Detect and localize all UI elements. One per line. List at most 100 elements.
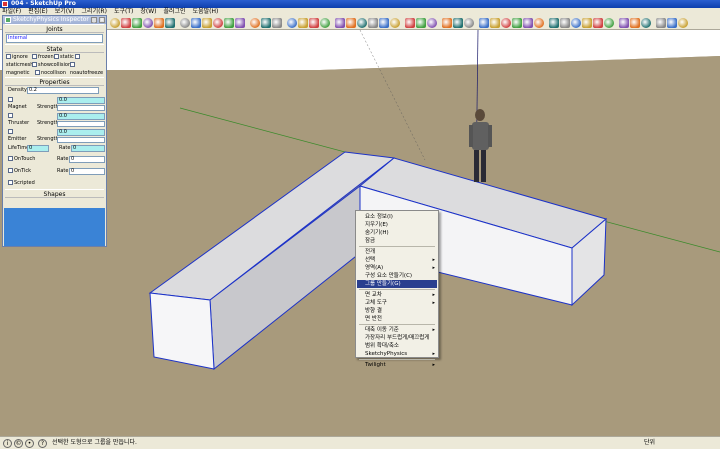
user-icon[interactable]: • (25, 439, 34, 448)
ontouch-checkbox[interactable] (8, 156, 13, 161)
pan-icon[interactable] (405, 18, 415, 28)
make-component-icon[interactable] (143, 18, 153, 28)
menu-view[interactable]: 보기(V) (55, 8, 75, 15)
rotate-icon[interactable] (272, 18, 282, 28)
ontick-rate-field[interactable]: 0 (69, 168, 105, 175)
context-menu-item[interactable]: 고체 도구 ▸ (357, 299, 437, 307)
shapes-header[interactable]: Shapes (5, 189, 104, 198)
noautofreeze-checkbox[interactable] (70, 62, 75, 67)
magnet-checkbox[interactable] (8, 97, 13, 102)
context-menu-item[interactable]: 대축 이동 기준 ▸ (357, 326, 437, 334)
context-menu-item[interactable]: 선택 ▸ (357, 256, 437, 264)
look-around-icon[interactable] (630, 18, 640, 28)
context-menu-item[interactable]: 구성 요소 만들기(C) (357, 272, 437, 280)
views-iso-icon[interactable] (479, 18, 489, 28)
density-field[interactable]: 0.2 (27, 87, 99, 94)
scale-icon[interactable] (298, 18, 308, 28)
textured-icon[interactable] (593, 18, 603, 28)
magnet-strength-field[interactable]: 0.0 (57, 97, 105, 104)
monochrome-icon[interactable] (604, 18, 614, 28)
context-menu-item[interactable]: 그룹 만들기(G) (357, 280, 437, 288)
static-checkbox[interactable] (54, 54, 59, 59)
wireframe-icon[interactable] (560, 18, 570, 28)
tape-icon[interactable] (320, 18, 330, 28)
menu-file[interactable]: 파일(F) (2, 8, 21, 15)
zoom-extents-icon[interactable] (442, 18, 452, 28)
rate-field[interactable]: 0 (71, 145, 105, 152)
thruster-checkbox[interactable] (8, 113, 13, 118)
protractor-icon[interactable] (346, 18, 356, 28)
context-menu-item[interactable]: 잠금 (357, 237, 437, 245)
print-icon[interactable] (110, 18, 120, 28)
paint-icon[interactable] (154, 18, 164, 28)
rectangle-icon[interactable] (180, 18, 190, 28)
state-header[interactable]: State (5, 44, 104, 53)
orbit-icon[interactable] (390, 18, 400, 28)
emitter-strength-slider[interactable] (57, 137, 105, 143)
push-pull-icon[interactable] (261, 18, 271, 28)
views-left-icon[interactable] (534, 18, 544, 28)
context-menu-item[interactable]: 범위 확대/축소 (357, 342, 437, 350)
move-icon[interactable] (250, 18, 260, 28)
extra-checkbox[interactable] (75, 54, 80, 59)
frozen-checkbox[interactable] (32, 54, 37, 59)
offset-icon[interactable] (309, 18, 319, 28)
context-menu-item[interactable]: 방향 결 (357, 307, 437, 315)
select-icon[interactable] (132, 18, 142, 28)
axes-icon[interactable] (368, 18, 378, 28)
context-menu-item[interactable]: 면 반전 (357, 315, 437, 323)
scripted-checkbox[interactable] (8, 180, 13, 185)
model-info-icon[interactable] (121, 18, 131, 28)
ontouch-rate-field[interactable]: 0 (69, 156, 105, 163)
menu-edit[interactable]: 편집(E) (28, 8, 48, 15)
walk-icon[interactable] (619, 18, 629, 28)
showcollision-checkbox[interactable] (32, 62, 37, 67)
lifetime-field[interactable]: 0 (27, 145, 49, 152)
follow-me-icon[interactable] (287, 18, 297, 28)
help-icon[interactable]: ? (38, 439, 47, 448)
credits-icon[interactable]: © (14, 439, 23, 448)
line-icon[interactable] (191, 18, 201, 28)
shaded-icon[interactable] (582, 18, 592, 28)
context-menu-item[interactable]: Twilight ▸ (357, 361, 437, 369)
nocollison-checkbox[interactable] (35, 70, 40, 75)
context-menu-item[interactable]: 숨기기(H) (357, 229, 437, 237)
menu-help[interactable]: 도움말(H) (193, 8, 219, 15)
thruster-strength-slider[interactable] (57, 121, 105, 127)
views-top-icon[interactable] (490, 18, 500, 28)
polygon-icon[interactable] (224, 18, 234, 28)
position-camera-icon[interactable] (641, 18, 651, 28)
dimension-icon[interactable] (335, 18, 345, 28)
joints-field[interactable]: Internal (6, 34, 103, 43)
context-menu-item[interactable]: 영역(A) ▸ (357, 264, 437, 272)
emitter-strength-field[interactable]: 0.0 (57, 129, 105, 136)
section-plane-icon[interactable] (656, 18, 666, 28)
ontick-checkbox[interactable] (8, 168, 13, 173)
views-front-icon[interactable] (501, 18, 511, 28)
eraser-icon[interactable] (165, 18, 175, 28)
context-menu-item[interactable]: 면 교차 ▸ (357, 291, 437, 299)
xray-icon[interactable] (549, 18, 559, 28)
menu-draw[interactable]: 그리기(R) (82, 8, 107, 15)
text-icon[interactable] (357, 18, 367, 28)
menu-window[interactable]: 창(W) (140, 8, 156, 15)
physics-reset-icon[interactable] (678, 18, 688, 28)
context-menu-item[interactable]: 가장자리 부드럽게/매끄럽게 (357, 334, 437, 342)
context-menu-item[interactable]: 요소 정보(I) (357, 213, 437, 221)
freehand-icon[interactable] (235, 18, 245, 28)
magnet-strength-slider[interactable] (57, 105, 105, 111)
views-right-icon[interactable] (512, 18, 522, 28)
panel-minimize-icon[interactable]: _ (91, 17, 97, 23)
physics-play-icon[interactable] (667, 18, 677, 28)
context-menu-item[interactable]: 전개 (357, 248, 437, 256)
3d-text-icon[interactable] (379, 18, 389, 28)
menu-plugins[interactable]: 플러그인 (163, 8, 185, 15)
circle-icon[interactable] (202, 18, 212, 28)
thruster-strength-field[interactable]: 0.0 (57, 113, 105, 120)
zoom-icon[interactable] (416, 18, 426, 28)
panel-close-icon[interactable]: x (99, 17, 105, 23)
geo-location-icon[interactable]: i (3, 439, 12, 448)
arc-icon[interactable] (213, 18, 223, 28)
menu-tools[interactable]: 도구(T) (114, 8, 133, 15)
emitter-checkbox[interactable] (8, 129, 13, 134)
